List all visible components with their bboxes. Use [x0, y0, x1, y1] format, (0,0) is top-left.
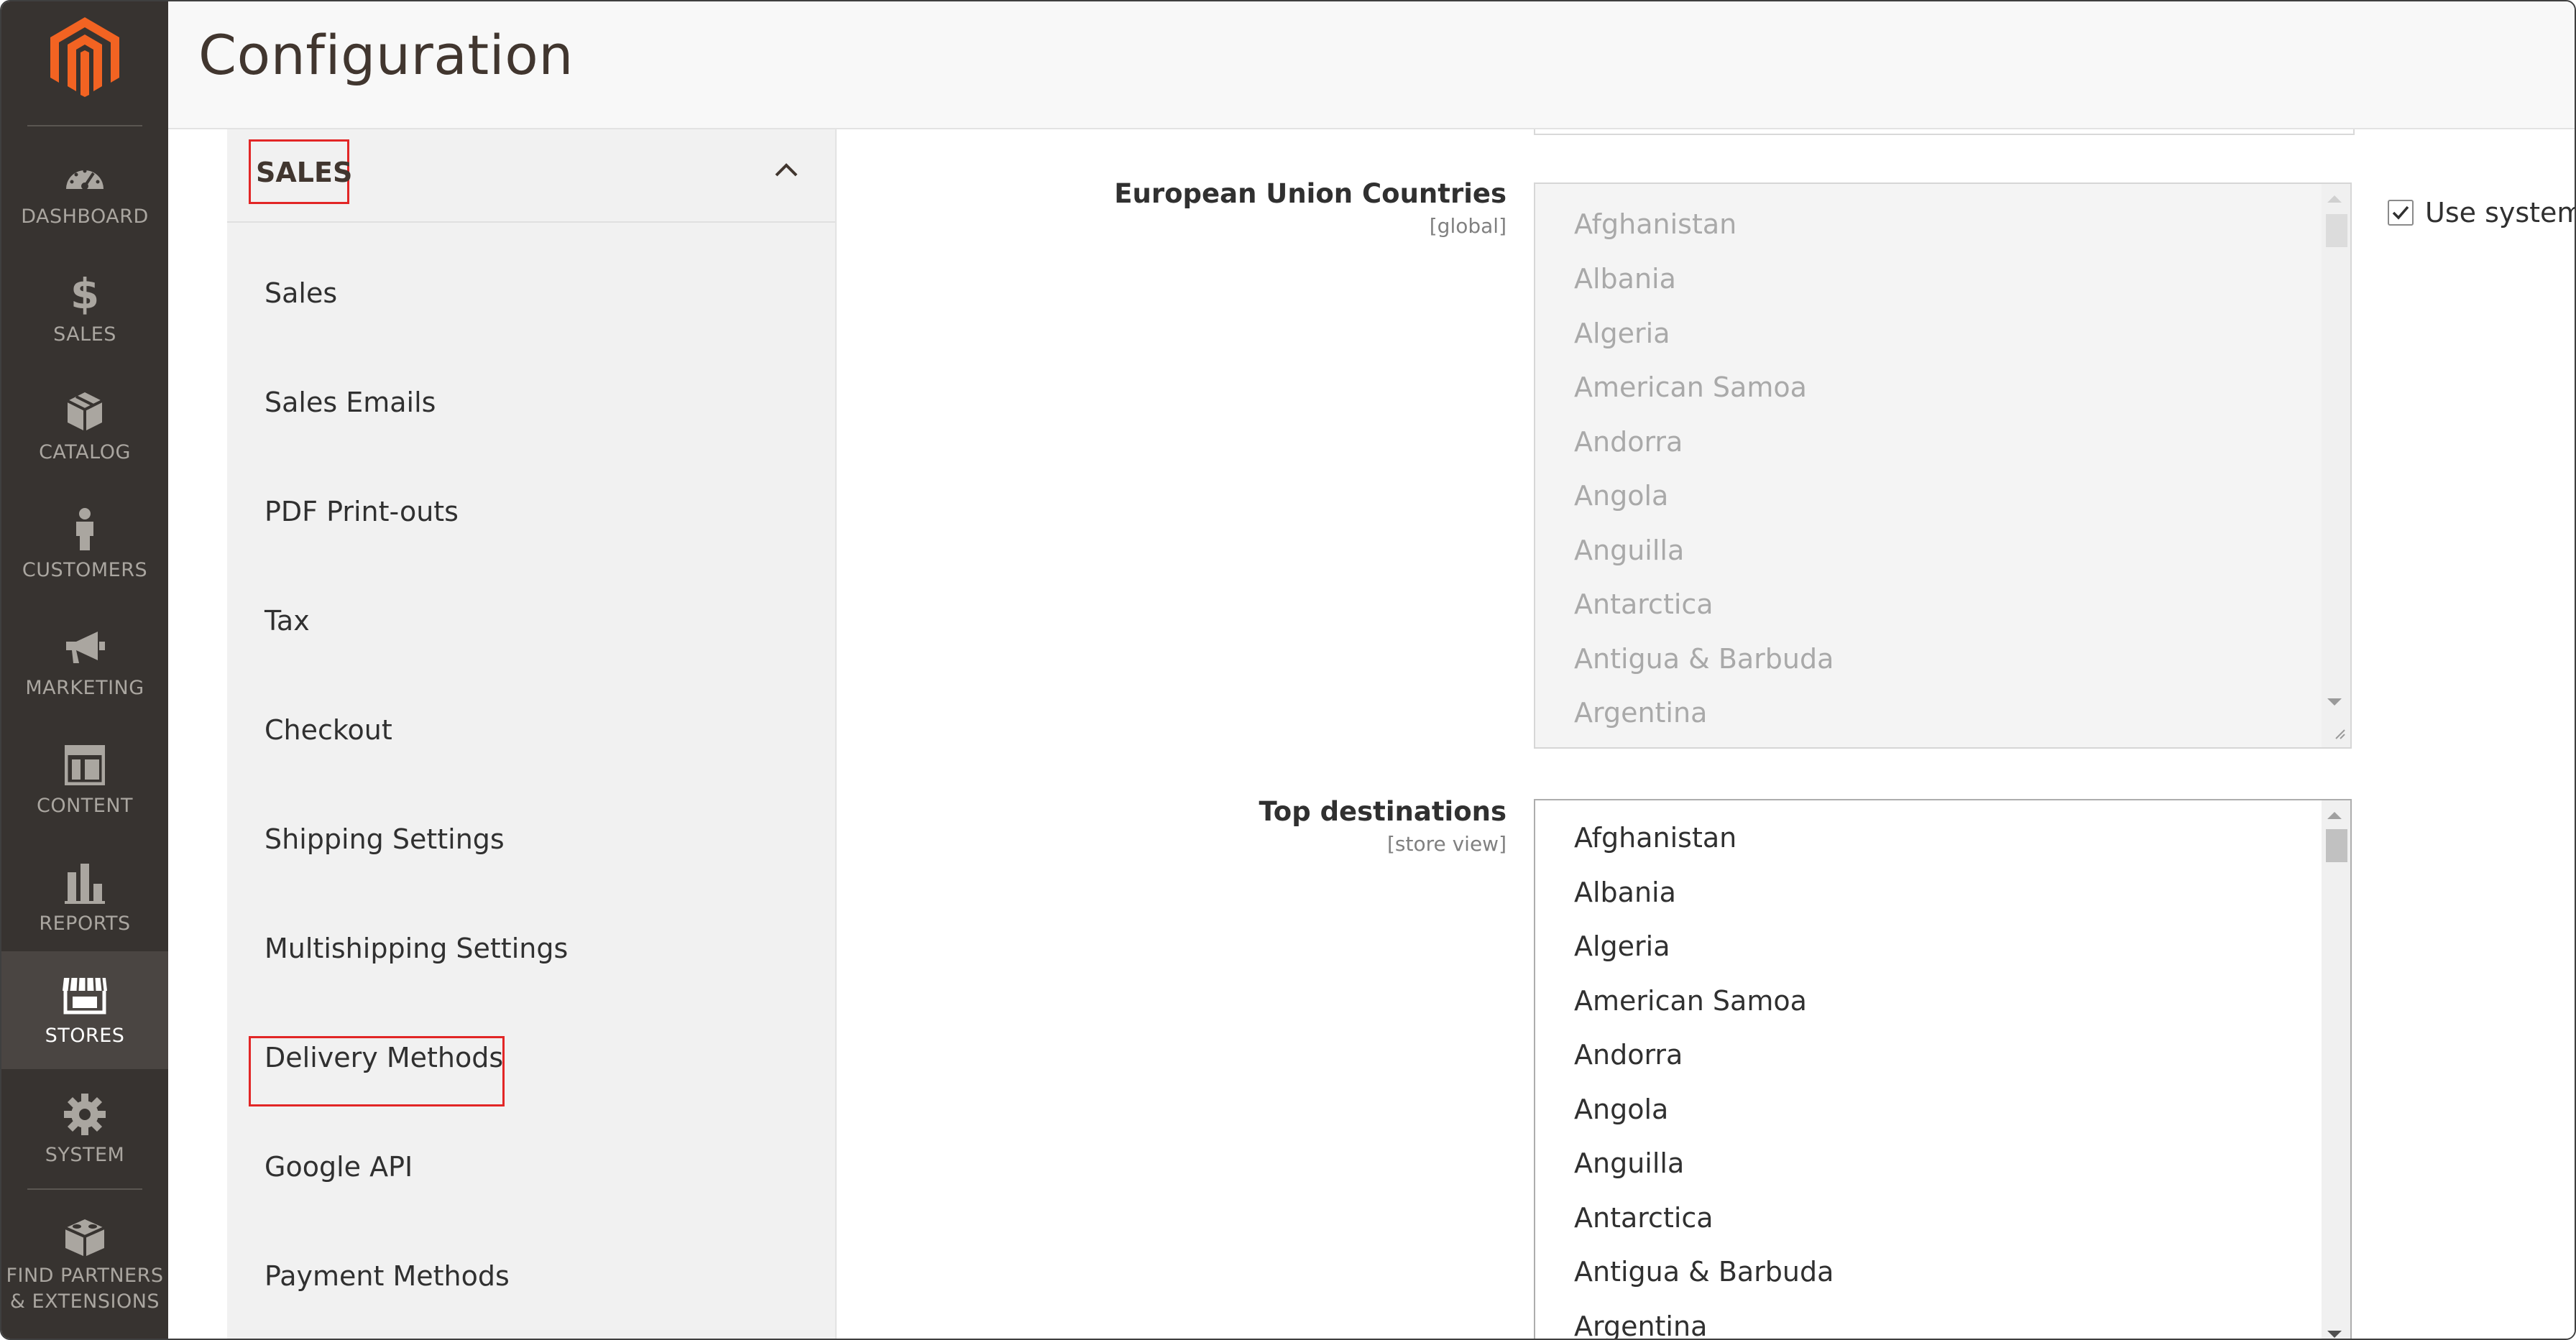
- select-option[interactable]: American Samoa: [1574, 985, 1807, 1017]
- tab-link-google-api[interactable]: Google API: [264, 1151, 413, 1183]
- select-option: Antarctica: [1574, 588, 1714, 620]
- admin-sidebar: DASHBOARD $ SALES CATALOG CUSTOMERS MARK…: [1, 1, 168, 1339]
- nav-label-line: FIND PARTNERS: [6, 1265, 164, 1287]
- nav-label: CUSTOMERS: [22, 559, 148, 581]
- scroll-up-icon[interactable]: [2327, 195, 2342, 203]
- nav-item-catalog[interactable]: CATALOG: [1, 368, 168, 484]
- scroll-down-icon[interactable]: [2327, 698, 2342, 706]
- nav-item-system[interactable]: SYSTEM: [1, 1071, 168, 1187]
- svg-text:$: $: [70, 272, 99, 315]
- nav-label: CONTENT: [36, 795, 134, 817]
- nav-item-sales[interactable]: $ SALES: [1, 250, 168, 366]
- select-option[interactable]: Argentina: [1574, 1311, 1707, 1339]
- use-system-label: Use system: [2425, 197, 2576, 228]
- tab-link-pdf-printouts[interactable]: PDF Print-outs: [264, 496, 459, 527]
- eu-countries-multiselect[interactable]: Afghanistan Albania Algeria American Sam…: [1534, 182, 2352, 749]
- nav-label: FIND PARTNERS & EXTENSIONS: [1, 1263, 168, 1315]
- nav-item-content[interactable]: CONTENT: [1, 721, 168, 838]
- checkmark-icon: [2392, 205, 2409, 220]
- tab-link-checkout[interactable]: Checkout: [264, 714, 392, 746]
- config-form: European Union Countries [global] Afghan…: [837, 129, 2575, 1339]
- person-icon: [1, 506, 168, 553]
- nav-item-customers[interactable]: CUSTOMERS: [1, 486, 168, 602]
- select-option: Angola: [1574, 480, 1669, 512]
- dashboard-icon: [1, 152, 168, 200]
- megaphone-icon: [1, 624, 168, 671]
- app-window: DASHBOARD $ SALES CATALOG CUSTOMERS MARK…: [0, 0, 2576, 1340]
- select-option: Afghanistan: [1574, 208, 1737, 240]
- select-option: Antigua & Barbuda: [1574, 643, 1834, 675]
- scroll-down-icon[interactable]: [2327, 1331, 2342, 1338]
- config-tabs-panel: SALES Sales Sales Emails PDF Print-outs …: [227, 129, 837, 1339]
- tab-link-tax[interactable]: Tax: [264, 605, 310, 637]
- dollar-icon: $: [1, 270, 168, 318]
- select-option: Anguilla: [1574, 535, 1685, 566]
- nav-label: CATALOG: [39, 441, 131, 463]
- magento-logo[interactable]: [1, 1, 168, 126]
- field-label: European Union Countries: [1114, 178, 1506, 209]
- select-option[interactable]: Algeria: [1574, 930, 1670, 962]
- resize-grip-icon[interactable]: [2332, 726, 2346, 743]
- nav-item-marketing[interactable]: MARKETING: [1, 604, 168, 720]
- scroll-up-icon[interactable]: [2327, 812, 2342, 819]
- nav-label: STORES: [45, 1025, 125, 1047]
- previous-field-edge: [1534, 129, 2355, 135]
- tab-link-payment-methods[interactable]: Payment Methods: [264, 1260, 510, 1292]
- select-option: Andorra: [1574, 426, 1683, 458]
- nav-item-stores[interactable]: STORES: [1, 951, 168, 1069]
- select-option: Argentina: [1574, 697, 1708, 729]
- tab-link-shipping-settings[interactable]: Shipping Settings: [264, 823, 505, 855]
- nav-label: SALES: [53, 323, 116, 346]
- select-option[interactable]: Anguilla: [1574, 1147, 1684, 1179]
- select-option[interactable]: Antarctica: [1574, 1202, 1714, 1234]
- section-header-sales[interactable]: SALES: [227, 129, 835, 223]
- select-option: Albania: [1574, 263, 1676, 295]
- scroll-thumb[interactable]: [2326, 214, 2347, 247]
- section-title: SALES: [256, 157, 353, 188]
- layout-icon: [1, 741, 168, 789]
- nav-label: REPORTS: [39, 912, 131, 935]
- scroll-thumb[interactable]: [2326, 829, 2347, 862]
- select-option[interactable]: Antigua & Barbuda: [1574, 1256, 1834, 1288]
- field-label-top-destinations: Top destinations [store view]: [837, 796, 1506, 940]
- gear-icon: [1, 1091, 168, 1138]
- nav-item-reports[interactable]: REPORTS: [1, 839, 168, 956]
- top-destinations-multiselect[interactable]: Afghanistan Albania Algeria American Sam…: [1534, 799, 2352, 1339]
- field-scope: [store view]: [1386, 832, 1506, 856]
- select-option[interactable]: Andorra: [1574, 1039, 1683, 1071]
- field-label-eu-countries: European Union Countries [global]: [837, 178, 1506, 322]
- tab-link-delivery-methods[interactable]: Delivery Methods: [264, 1042, 503, 1073]
- page-title: Configuration: [198, 23, 574, 87]
- select-option[interactable]: Albania: [1574, 877, 1676, 908]
- field-label: Top destinations: [1259, 796, 1506, 827]
- tab-link-sales[interactable]: Sales: [264, 277, 337, 309]
- nav-divider: [27, 125, 142, 126]
- field-scope: [global]: [1429, 214, 1506, 238]
- select-option: Algeria: [1574, 318, 1670, 349]
- blocks-icon: [1, 1214, 168, 1262]
- bar-chart-icon: [1, 859, 168, 907]
- page-header: Configuration: [168, 1, 2575, 129]
- nav-label: DASHBOARD: [21, 205, 149, 228]
- nav-label: SYSTEM: [45, 1144, 125, 1166]
- select-option[interactable]: Angola: [1574, 1094, 1668, 1125]
- use-system-checkbox[interactable]: [2388, 200, 2414, 226]
- storefront-icon: [1, 971, 168, 1019]
- nav-label: MARKETING: [25, 677, 144, 699]
- nav-item-find-partners[interactable]: FIND PARTNERS & EXTENSIONS: [1, 1194, 168, 1338]
- select-option: American Samoa: [1574, 371, 1807, 403]
- box-icon: [1, 388, 168, 435]
- nav-label-line: & EXTENSIONS: [9, 1290, 160, 1313]
- select-option[interactable]: Afghanistan: [1574, 822, 1736, 854]
- nav-item-dashboard[interactable]: DASHBOARD: [1, 132, 168, 249]
- tab-link-sales-emails[interactable]: Sales Emails: [264, 387, 436, 418]
- scrollbar[interactable]: [2322, 800, 2350, 1339]
- use-system-value[interactable]: Use system: [2388, 197, 2576, 228]
- chevron-up-icon[interactable]: [773, 161, 799, 181]
- scrollbar[interactable]: [2322, 184, 2350, 747]
- tab-link-multishipping-settings[interactable]: Multishipping Settings: [264, 933, 568, 964]
- nav-divider: [27, 1188, 142, 1190]
